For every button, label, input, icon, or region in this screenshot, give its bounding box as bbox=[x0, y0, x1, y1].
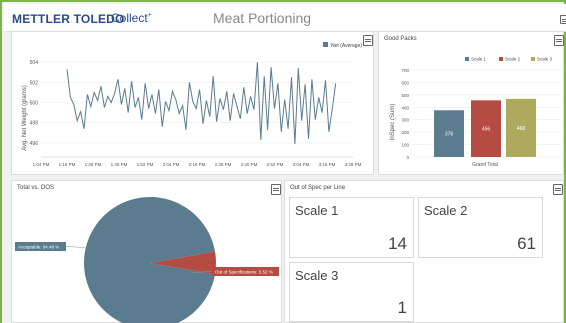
x-tick-label: 1:28 PM bbox=[85, 162, 102, 167]
x-tick-label: 2:16 PM bbox=[189, 162, 206, 167]
y-axis-title: InSpec (Sum) bbox=[390, 104, 396, 141]
oos-count: 1 bbox=[397, 298, 407, 317]
acceptable-label: Acceptable: 94.48 % bbox=[18, 245, 59, 250]
total-vs-oos-pie-chart: Acceptable: 94.48 % Out of Specification… bbox=[15, 197, 279, 323]
scale-name: Scale 2 bbox=[424, 203, 468, 218]
y-tick-label: 500 bbox=[30, 101, 39, 107]
oos-per-line-panel: Out of Spec per Line Scale 1 14 Scale 2 … bbox=[284, 180, 564, 323]
total-vs-oos-panel: Total vs. OOS Acceptable: 94.48 % Out of… bbox=[11, 180, 282, 323]
product-mark: + bbox=[147, 12, 152, 19]
y-tick-label: 200 bbox=[401, 130, 409, 135]
page-title: Meat Portioning bbox=[213, 10, 312, 26]
x-tick-label: 3:16 PM bbox=[319, 162, 336, 167]
bar-value-label: 376 bbox=[445, 132, 454, 138]
net-weight-line-chart: Net (Average) Avg. Net Weight (grams) 50… bbox=[22, 42, 362, 167]
x-tick-label: 2:28 PM bbox=[215, 162, 232, 167]
net-average-line bbox=[66, 62, 337, 144]
x-tick-label: 2:04 PM bbox=[163, 162, 180, 167]
y-tick-label: 502 bbox=[30, 80, 39, 86]
panel-title: Out of Spec per Line bbox=[290, 185, 346, 191]
app-header: METTLER TOLEDO Collect+ Meat Portioning bbox=[4, 4, 566, 32]
x-tick-label: 1:40 PM bbox=[111, 162, 128, 167]
y-tick-label: 700 bbox=[401, 68, 409, 73]
good-packs-bar-chart: Scale 1 Scale 2 Scale 3 InSpec (Sum) 700 60… bbox=[390, 57, 561, 168]
oos-count: 61 bbox=[517, 234, 536, 253]
brand-logo: METTLER TOLEDO bbox=[12, 12, 125, 26]
legend-swatch bbox=[531, 57, 535, 61]
scale-name: Scale 3 bbox=[295, 268, 339, 283]
y-tick-label: 496 bbox=[30, 141, 39, 147]
x-tick-label: 1:52 PM bbox=[137, 162, 154, 167]
legend-label: Net (Average) bbox=[331, 43, 362, 49]
legend-label: Scale 1 bbox=[471, 57, 487, 62]
y-tick-label: 100 bbox=[401, 143, 409, 148]
y-tick-label: 400 bbox=[401, 105, 409, 110]
product-name: Collect+ bbox=[111, 11, 152, 25]
legend-label: Scale 3 bbox=[537, 57, 553, 62]
bar-value-label: 456 bbox=[482, 127, 491, 133]
y-tick-label: 504 bbox=[30, 60, 39, 66]
y-axis-title: Avg. Net Weight (grams) bbox=[22, 85, 28, 150]
scale-card[interactable]: Scale 1 14 bbox=[289, 197, 414, 258]
scale-card[interactable]: Scale 3 1 bbox=[289, 262, 414, 322]
y-tick-label: 300 bbox=[401, 118, 409, 123]
x-tick-label: 2:52 PM bbox=[267, 162, 284, 167]
legend-swatch bbox=[465, 57, 469, 61]
scale-card[interactable]: Scale 2 61 bbox=[418, 197, 543, 258]
y-tick-label: 500 bbox=[401, 93, 409, 98]
y-tick-label: 498 bbox=[30, 121, 39, 127]
y-tick-label: 600 bbox=[401, 80, 409, 85]
legend-swatch bbox=[323, 42, 328, 47]
bar-value-label: 468 bbox=[517, 126, 526, 132]
scale-name: Scale 1 bbox=[295, 203, 339, 218]
product-label: Collect bbox=[111, 11, 148, 25]
x-tick-label: 1:16 PM bbox=[59, 162, 76, 167]
oos-count: 14 bbox=[388, 234, 407, 253]
category-label: Grand Total bbox=[472, 162, 498, 168]
legend-swatch bbox=[499, 57, 503, 61]
leader-line bbox=[64, 245, 87, 249]
line-legend: Net (Average) bbox=[323, 42, 362, 49]
net-weight-panel: Net (Average) Avg. Net Weight (grams) 50… bbox=[11, 31, 374, 175]
x-tick-label: 3:04 PM bbox=[293, 162, 310, 167]
export-icon[interactable] bbox=[553, 184, 563, 195]
good-packs-panel: Good Packs Scale 1 Scale 2 Scale 3 InSpec … bbox=[378, 31, 564, 175]
oos-label: Out of Specifications: 5.52 % bbox=[215, 270, 273, 275]
x-tick-label: 2:40 PM bbox=[241, 162, 258, 167]
export-icon[interactable] bbox=[560, 15, 566, 24]
x-tick-label: 3:28 PM bbox=[345, 162, 362, 167]
y-tick-label: 0 bbox=[406, 155, 409, 160]
legend-label: Scale 2 bbox=[505, 57, 521, 62]
x-tick-label: 1:04 PM bbox=[33, 162, 50, 167]
